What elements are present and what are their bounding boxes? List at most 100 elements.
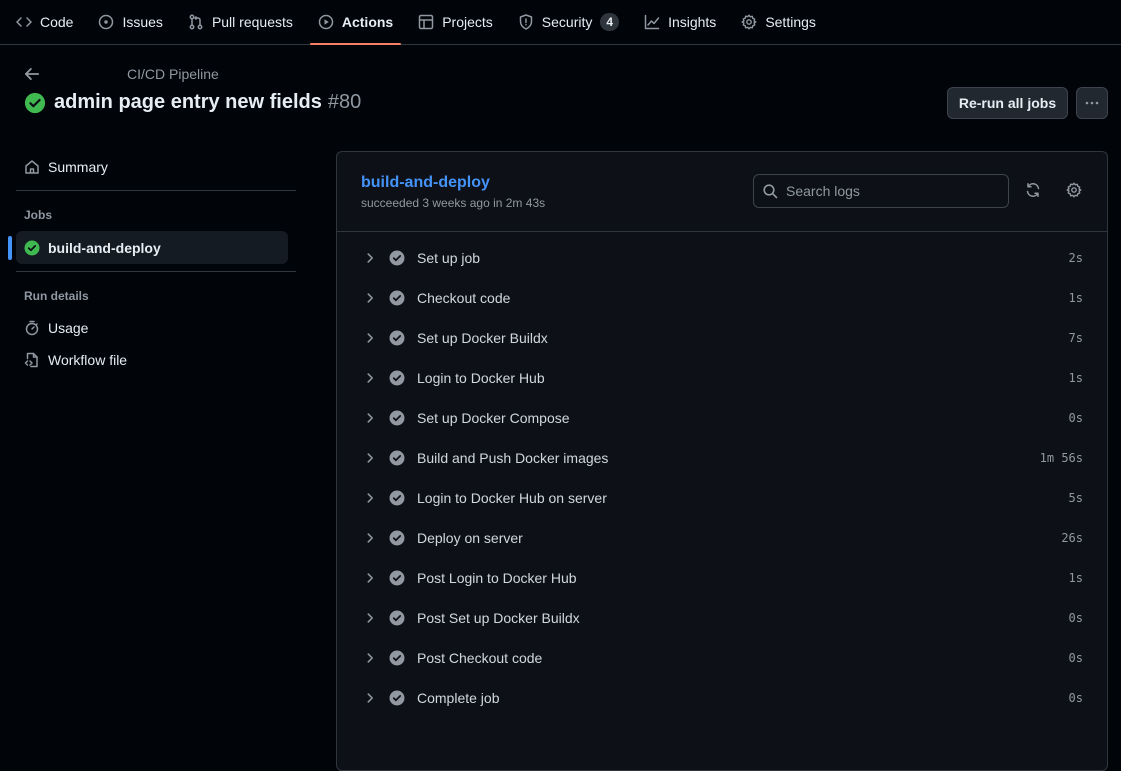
gear-icon[interactable] [1066,182,1082,198]
chevron-right-icon [367,613,373,623]
sidebar-item-label: Workflow file [48,351,128,368]
chevron-right-icon [367,253,373,263]
sidebar-item-build-and-deploy[interactable]: build-and-deploy [16,231,288,264]
job-title[interactable]: build-and-deploy [361,174,490,192]
step-name: Set up Docker Buildx [417,330,548,346]
step-row-deploy-on-server[interactable]: Deploy on server 26s [337,518,1107,558]
check-circle-fill-icon [389,690,405,706]
chevron-right-icon [367,533,373,543]
check-circle-fill-icon [389,290,405,306]
steps-list: Set up job 2s Checkout code 1s Set up Do… [337,238,1107,718]
tab-security[interactable]: Security 4 [510,0,627,44]
check-circle-fill-icon [389,410,405,426]
step-duration: 0s [1068,611,1083,625]
step-row-complete-job[interactable]: Complete job 0s [337,678,1107,718]
tab-label: Issues [122,14,163,30]
chevron-right-icon [367,453,373,463]
workflow-name[interactable]: CI/CD Pipeline [127,66,219,82]
rerun-all-jobs-button[interactable]: Re-run all jobs [947,87,1068,119]
search-logs-input[interactable] [786,183,996,199]
step-row-set-up-job[interactable]: Set up job 2s [337,238,1107,278]
sidebar-divider [16,271,296,272]
step-duration: 1m 56s [1039,451,1083,465]
tab-actions[interactable]: Actions [309,0,402,45]
step-name: Post Set up Docker Buildx [417,610,580,626]
sidebar-divider [16,190,296,191]
run-number: #80 [327,91,362,113]
tab-label: Actions [341,14,394,30]
more-options-button[interactable] [1076,87,1108,119]
chevron-right-icon [367,573,373,583]
home-icon [25,159,39,174]
tab-code[interactable]: Code [8,0,81,44]
security-counter-badge: 4 [600,13,620,31]
kebab-horizontal-icon [1085,101,1099,105]
tab-pull-requests[interactable]: Pull requests [180,0,301,44]
step-name: Login to Docker Hub [417,370,545,386]
chevron-right-icon [367,333,373,343]
chevron-right-icon [367,293,373,303]
selected-indicator [8,236,12,260]
chevron-right-icon [367,653,373,663]
issue-opened-icon [99,14,114,30]
repo-nav: Code Issues Pull requests Actions Projec… [0,0,1121,45]
step-name: Build and Push Docker images [417,450,609,466]
check-circle-fill-icon [389,370,405,386]
step-name: Post Login to Docker Hub [417,570,577,586]
tab-label: Settings [765,14,816,30]
chevron-right-icon [367,373,373,383]
step-name: Set up Docker Compose [417,410,570,426]
check-circle-fill-icon [389,610,405,626]
sidebar-item-label: Summary [48,158,108,175]
run-details-heading: Run details [24,289,89,303]
step-duration: 5s [1068,491,1083,505]
step-duration: 26s [1061,531,1083,545]
step-row-login-to-docker-hub-on-server[interactable]: Login to Docker Hub on server 5s [337,478,1107,518]
step-duration: 2s [1068,251,1083,265]
sidebar-item-summary[interactable]: Summary [16,150,288,183]
file-code-icon [24,352,38,367]
graph-icon [644,14,660,30]
step-name: Deploy on server [417,530,523,546]
step-duration: 7s [1068,331,1083,345]
sidebar-item-label: Usage [48,319,89,336]
run-title-row: admin page entry new fields #80 [24,91,361,114]
git-pull-request-icon [189,14,203,30]
tab-label: Projects [442,14,493,30]
job-panel-header: build-and-deploy succeeded 3 weeks ago i… [337,152,1107,232]
tab-insights[interactable]: Insights [636,0,724,44]
step-duration: 0s [1068,691,1083,705]
step-row-post-set-up-docker-buildx[interactable]: Post Set up Docker Buildx 0s [337,598,1107,638]
check-circle-fill-icon [389,530,405,546]
step-row-login-to-docker-hub[interactable]: Login to Docker Hub 1s [337,358,1107,398]
tab-issues[interactable]: Issues [90,0,170,44]
tab-projects[interactable]: Projects [410,0,501,44]
step-row-post-login-to-docker-hub[interactable]: Post Login to Docker Hub 1s [337,558,1107,598]
sidebar-item-workflow-file[interactable]: Workflow file [16,343,288,376]
step-row-post-checkout-code[interactable]: Post Checkout code 0s [337,638,1107,678]
check-circle-fill-icon [389,570,405,586]
chevron-right-icon [367,493,373,503]
step-row-build-and-push-docker-images[interactable]: Build and Push Docker images 1m 56s [337,438,1107,478]
search-logs-box[interactable] [753,174,1009,208]
search-icon [763,184,778,199]
back-arrow-icon[interactable] [23,65,41,83]
check-circle-fill-icon [24,240,40,255]
check-circle-fill-icon [389,650,405,666]
step-row-set-up-docker-compose[interactable]: Set up Docker Compose 0s [337,398,1107,438]
table-icon [418,14,434,30]
step-row-checkout-code[interactable]: Checkout code 1s [337,278,1107,318]
sync-icon[interactable] [1025,182,1041,198]
step-row-set-up-docker-buildx[interactable]: Set up Docker Buildx 7s [337,318,1107,358]
sidebar-item-usage[interactable]: Usage [16,311,288,344]
step-duration: 1s [1068,371,1083,385]
shield-icon [519,14,533,30]
step-name: Complete job [417,690,500,706]
check-circle-fill-icon [389,490,405,506]
chevron-right-icon [367,693,373,703]
job-panel: build-and-deploy succeeded 3 weeks ago i… [336,151,1108,771]
step-duration: 0s [1068,411,1083,425]
tab-settings[interactable]: Settings [733,0,824,44]
check-circle-fill-icon [389,450,405,466]
tab-label: Code [40,14,74,30]
